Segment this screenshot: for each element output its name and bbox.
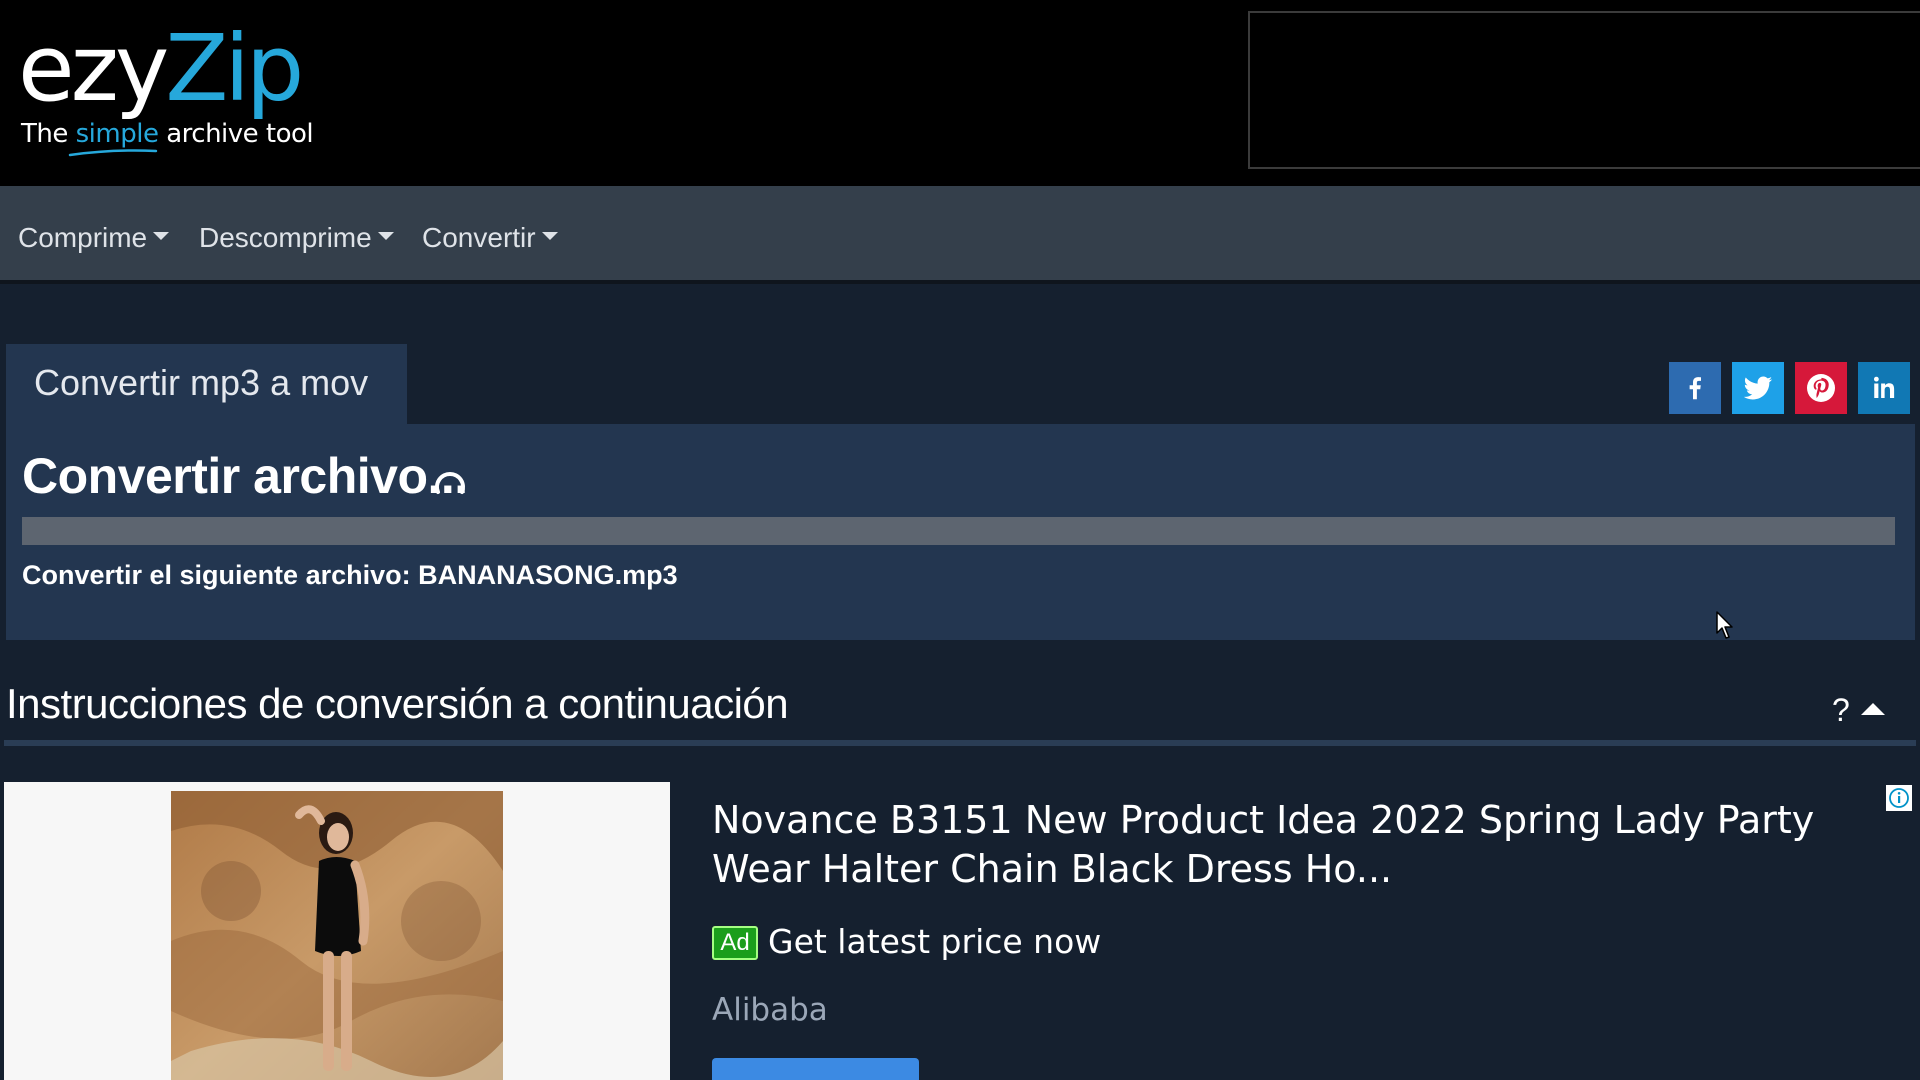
tagline-after: archive tool <box>158 119 314 149</box>
nav-compress-dropdown[interactable]: Comprime <box>18 218 170 258</box>
mouse-cursor-icon <box>1716 611 1733 639</box>
instructions-heading: Instrucciones de conversión a continuaci… <box>6 680 789 727</box>
share-linkedin-button[interactable] <box>1858 362 1910 414</box>
logo-wordmark: ezyZip <box>18 14 304 124</box>
ad-product-photo <box>171 791 503 1080</box>
nav-convert-dropdown[interactable]: Convertir <box>422 218 558 258</box>
share-pinterest-button[interactable] <box>1795 362 1847 414</box>
nav-decompress-dropdown[interactable]: Descomprime <box>199 218 394 258</box>
tagline-highlight: simple <box>75 119 159 149</box>
ad-source-label: Alibaba <box>712 992 828 1028</box>
nav-decompress-label: Descomprime <box>199 222 372 253</box>
twitter-icon <box>1743 376 1773 400</box>
instructions-divider <box>4 740 1916 746</box>
ad-headline-link[interactable]: Novance B3151 New Product Idea 2022 Spri… <box>712 796 1832 894</box>
ad-info-button[interactable] <box>1886 785 1912 811</box>
help-question-icon[interactable]: ? <box>1832 690 1850 730</box>
tool-tab-label: Convertir mp3 a mov <box>34 362 369 403</box>
logo-wordmark-ezy: ezy <box>18 15 169 122</box>
logo-wordmark-zip: Zip <box>165 15 304 122</box>
conversion-progress-bar <box>22 517 1895 545</box>
header-ad-banner[interactable] <box>1248 11 1920 169</box>
logo-tagline: The simple archive tool <box>21 118 314 150</box>
ad-action-button[interactable] <box>712 1058 919 1080</box>
linkedin-icon <box>1874 376 1895 398</box>
site-header: ezyZip The simple archive tool <box>0 0 1920 186</box>
loading-spinner-icon <box>435 472 465 494</box>
collapse-up-icon[interactable] <box>1861 703 1885 715</box>
nav-compress-label: Comprime <box>18 222 148 253</box>
ad-image-container[interactable] <box>4 782 670 1080</box>
file-to-convert-text: Convertir el siguiente archivo: BANANASO… <box>22 560 678 590</box>
ad-badge: Ad <box>712 926 758 960</box>
chevron-down-icon <box>541 231 558 240</box>
share-twitter-button[interactable] <box>1732 362 1784 414</box>
main-navbar: Comprime Descomprime Convertir <box>0 186 1920 284</box>
pinterest-icon <box>1807 374 1835 402</box>
chevron-down-icon <box>153 231 170 240</box>
nav-convert-label: Convertir <box>422 222 536 253</box>
tool-tab[interactable]: Convertir mp3 a mov <box>6 344 407 428</box>
convert-heading: Convertir archivo... <box>22 448 468 504</box>
ad-cta-link[interactable]: Get latest price now <box>768 920 1101 964</box>
tagline-underline-swoosh <box>68 149 158 157</box>
chevron-down-icon <box>377 231 394 240</box>
info-icon <box>1889 788 1909 808</box>
tagline-before: The <box>21 119 76 149</box>
facebook-icon <box>1689 377 1701 400</box>
share-facebook-button[interactable] <box>1669 362 1721 414</box>
ezyzip-logo[interactable]: ezyZip The simple archive tool <box>18 14 318 164</box>
